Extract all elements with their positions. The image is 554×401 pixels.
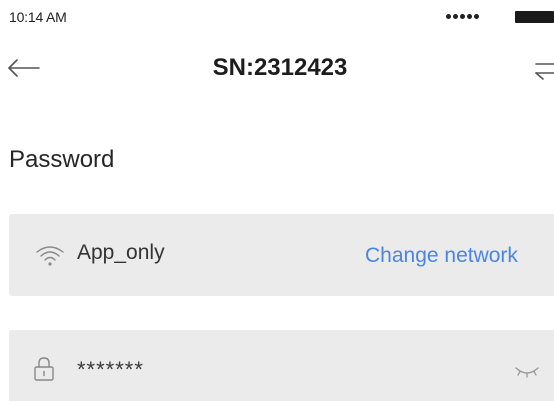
password-section-title: Password bbox=[9, 146, 115, 173]
status-bar: 10:14 AM bbox=[0, 0, 554, 38]
battery-icon bbox=[515, 11, 554, 23]
change-network-link[interactable]: Change network bbox=[365, 244, 518, 268]
eye-closed-icon[interactable] bbox=[514, 364, 540, 378]
page-title: SN:2312423 bbox=[212, 54, 348, 81]
app-screen: 10:14 AM SN:2312423 Password App_only Ch… bbox=[0, 0, 554, 401]
lock-icon bbox=[34, 357, 54, 381]
password-input[interactable]: ******* bbox=[77, 357, 144, 383]
network-field[interactable]: App_only Change network bbox=[9, 214, 554, 296]
swap-arrows-icon[interactable] bbox=[534, 56, 554, 82]
wifi-icon bbox=[36, 246, 64, 266]
signal-icon bbox=[446, 14, 486, 22]
network-name: App_only bbox=[77, 241, 165, 264]
nav-bar: SN:2312423 bbox=[0, 38, 554, 100]
status-time: 10:14 AM bbox=[9, 9, 67, 25]
password-field[interactable]: ******* bbox=[9, 330, 554, 401]
